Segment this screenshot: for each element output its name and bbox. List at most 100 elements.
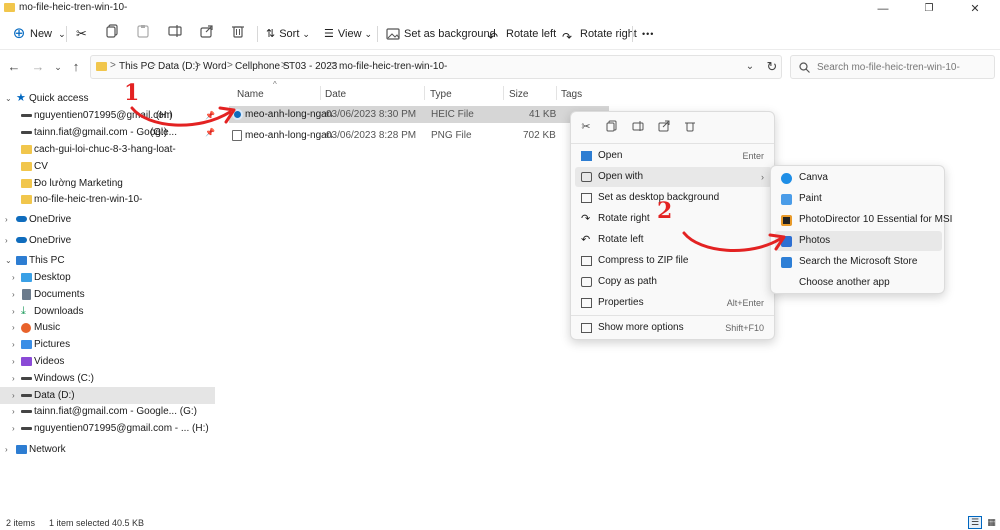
menu-separator <box>571 315 774 316</box>
open-with-paint[interactable]: Paint <box>775 189 942 209</box>
ctx-show-more-options[interactable]: Show more options Shift+F10 <box>575 318 772 338</box>
more-options-button[interactable]: ••• <box>642 24 654 44</box>
details-view-button[interactable]: ☰ <box>968 516 982 529</box>
nav-google-drive-h[interactable]: › nguyentien071995@gmail.com - ... (H:) <box>0 420 215 437</box>
refresh-button[interactable]: ↻ <box>764 59 780 75</box>
cut-button[interactable]: ✂ <box>76 24 87 44</box>
nav-pictures[interactable]: › Pictures <box>0 336 215 353</box>
file-date: 03/06/2023 8:30 PM <box>326 109 417 120</box>
menu-shortcut: Shift+F10 <box>725 323 764 333</box>
open-with-choose-another-app[interactable]: Choose another app <box>775 273 942 293</box>
nav-google-drive-g[interactable]: › tainn.fiat@gmail.com - Google... (G:) <box>0 403 215 420</box>
column-header-type[interactable]: Type <box>430 89 452 100</box>
new-button[interactable]: ⊕ New ⌄ <box>12 24 66 44</box>
nav-pinned-folder[interactable]: cach-gui-loi-chuc-8-3-hang-loat- <box>0 141 215 158</box>
breadcrumb-data-d[interactable]: Data (D:) <box>158 61 199 72</box>
new-label: New <box>30 28 53 40</box>
open-with-photos[interactable]: Photos <box>775 231 942 251</box>
open-with-photodirector[interactable]: PhotoDirector 10 Essential for MSI <box>775 210 952 230</box>
nav-videos[interactable]: › Videos <box>0 353 215 370</box>
close-button[interactable]: ✕ <box>952 0 998 18</box>
nav-pinned-folder[interactable]: CV <box>0 158 215 175</box>
nav-onedrive[interactable]: › OneDrive <box>0 232 215 249</box>
annotation-arrow-1 <box>130 106 236 127</box>
recent-locations-button[interactable]: ⌄ <box>50 59 66 75</box>
nav-documents[interactable]: › Documents <box>0 286 215 303</box>
nav-label: This PC <box>29 255 65 266</box>
network-icon <box>16 445 27 454</box>
video-icon <box>21 357 32 366</box>
chevron-down-icon: ⌄ <box>364 29 373 39</box>
column-header-date[interactable]: Date <box>325 89 346 100</box>
window-title: mo-file-heic-tren-win-10- <box>19 2 128 13</box>
set-as-background-button[interactable]: Set as background <box>386 24 496 44</box>
ctx-delete-button[interactable] <box>683 120 697 134</box>
tiles-view-button[interactable]: ▦ <box>985 516 998 529</box>
chevron-right-icon: › <box>12 407 15 416</box>
paste-button[interactable] <box>136 24 150 44</box>
ctx-copy-button[interactable] <box>605 120 619 134</box>
nav-desktop[interactable]: › Desktop <box>0 269 215 286</box>
drive-icon <box>21 410 32 413</box>
address-bar[interactable]: > This PC > Data (D:) > Word > Cellphone… <box>90 55 782 79</box>
column-header-name[interactable]: Name <box>237 89 264 100</box>
rotate-right-icon: ↷ <box>562 30 573 45</box>
nav-this-pc[interactable]: ⌄ This PC <box>0 252 215 269</box>
picture-icon <box>386 28 400 40</box>
rename-button[interactable] <box>168 24 182 44</box>
address-dropdown-button[interactable]: ⌄ <box>742 59 758 75</box>
ctx-copy-as-path[interactable]: Copy as path <box>575 272 772 292</box>
nav-windows-c[interactable]: › Windows (C:) <box>0 370 215 387</box>
file-row[interactable]: meo-anh-long-ngan 03/06/2023 8:28 PM PNG… <box>229 127 609 144</box>
back-button[interactable]: ← <box>6 59 22 75</box>
share-icon <box>200 25 213 38</box>
maximize-button[interactable]: ❐ <box>906 0 952 18</box>
nav-onedrive[interactable]: › OneDrive <box>0 211 215 228</box>
view-button[interactable]: ☰ View ⌄ <box>324 24 372 44</box>
nav-music[interactable]: › Music <box>0 319 215 336</box>
nav-data-d[interactable]: › Data (D:) <box>0 387 215 404</box>
ctx-cut-button[interactable]: ✂ <box>579 120 593 134</box>
ctx-open[interactable]: Open Enter <box>575 146 772 166</box>
forward-button[interactable]: → <box>30 59 46 75</box>
download-icon: ⤓ <box>21 305 26 317</box>
nav-pinned-folder[interactable]: Đo lường Marketing <box>0 175 215 192</box>
breadcrumb-current-folder[interactable]: mo-file-heic-tren-win-10- <box>339 61 447 72</box>
up-button[interactable]: ↑ <box>68 59 84 75</box>
arrow-left-icon: ← <box>7 59 21 74</box>
file-row-selected[interactable]: meo-anh-long-ngan 03/06/2023 8:30 PM HEI… <box>229 106 609 123</box>
open-with-microsoft-store[interactable]: Search the Microsoft Store <box>775 252 942 272</box>
nav-label: Music <box>34 322 61 333</box>
rotate-left-button[interactable]: ↶ Rotate left <box>488 24 556 44</box>
minimize-button[interactable]: — <box>860 0 906 18</box>
sort-button[interactable]: ⇅ Sort ⌄ <box>266 24 310 44</box>
nav-downloads[interactable]: › ⤓ Downloads <box>0 303 215 320</box>
breadcrumb-separator: > <box>227 60 233 71</box>
chevron-right-icon: › <box>12 273 15 282</box>
ctx-properties[interactable]: Properties Alt+Enter <box>575 293 772 313</box>
ctx-rename-button[interactable] <box>631 120 645 134</box>
copy-button[interactable] <box>106 24 120 44</box>
ctx-set-desktop-background[interactable]: Set as desktop background <box>575 188 772 208</box>
menu-shortcut: Alt+Enter <box>726 298 764 308</box>
nav-label: tainn.fiat@gmail.com - Google... (G:) <box>34 406 197 417</box>
search-box[interactable]: Search mo-file-heic-tren-win-10- <box>790 55 995 79</box>
nav-network[interactable]: › Network <box>0 441 215 458</box>
ctx-share-button[interactable] <box>657 120 671 134</box>
divider <box>66 26 67 42</box>
ctx-open-with[interactable]: Open with › <box>575 167 772 187</box>
share-button[interactable] <box>200 24 214 44</box>
open-with-canva[interactable]: Canva <box>775 168 942 188</box>
computer-icon <box>16 256 27 265</box>
rename-icon <box>632 121 644 131</box>
column-header-size[interactable]: Size <box>509 89 528 100</box>
nav-label: Downloads <box>34 306 84 317</box>
drive-icon <box>21 131 32 134</box>
nav-pinned-folder[interactable]: mo-file-heic-tren-win-10- <box>0 191 215 208</box>
scissors-icon: ✂ <box>76 26 87 41</box>
column-header-tags[interactable]: Tags <box>561 89 582 100</box>
delete-button[interactable] <box>231 24 245 44</box>
rotate-right-button[interactable]: ↷ Rotate right <box>562 24 637 44</box>
breadcrumb-word[interactable]: Word <box>203 61 227 72</box>
breadcrumb-separator: > <box>150 60 156 71</box>
